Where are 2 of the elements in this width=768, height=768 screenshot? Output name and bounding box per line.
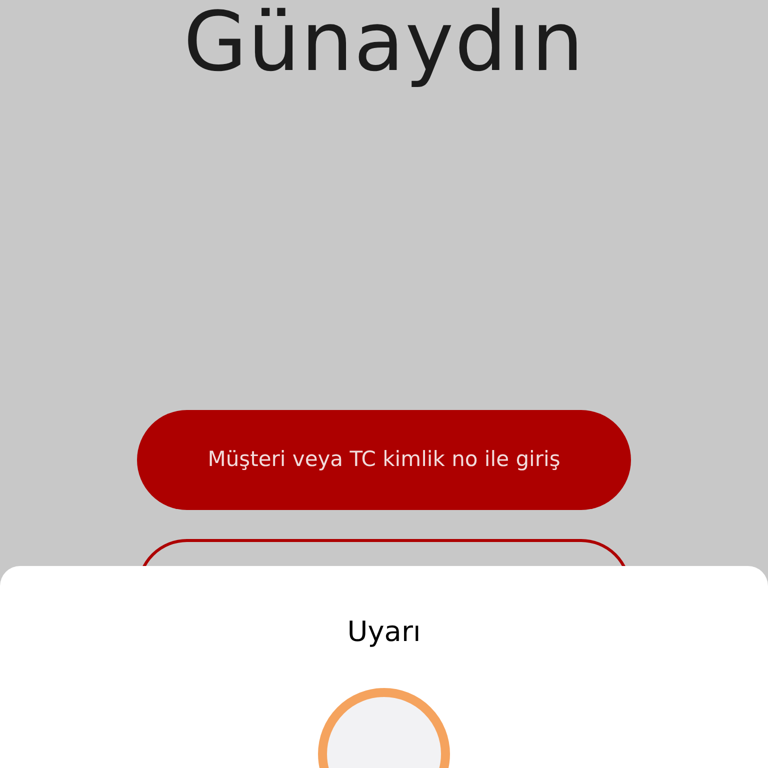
- sheet-title: Uyarı: [347, 618, 421, 646]
- login-button[interactable]: Müşteri veya TC kimlik no ile giriş: [137, 410, 631, 510]
